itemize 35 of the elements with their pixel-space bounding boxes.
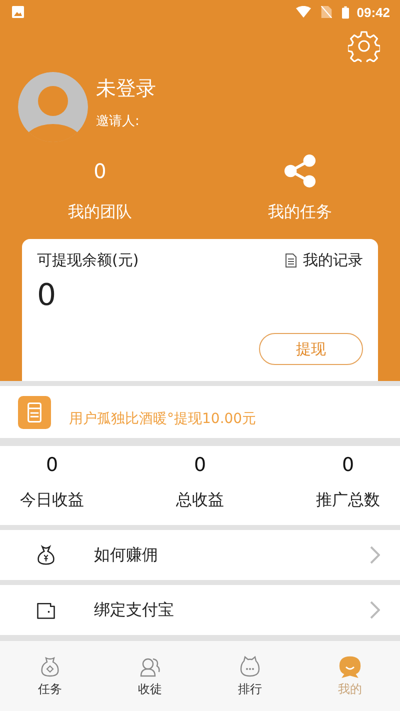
menu-label: 绑定支付宝 [94, 600, 175, 620]
inviter-label: 邀请人: [96, 112, 140, 130]
stat-value: 0 [194, 454, 206, 476]
notice-text: 用户孤独比酒暖°提现10.00元 [69, 410, 256, 428]
stat-value: 0 [46, 454, 58, 476]
tab[interactable]: 任务 [0, 641, 100, 711]
stat-value: 0 [342, 454, 354, 476]
team-count: 0 [94, 158, 106, 185]
menu-item[interactable]: 如何赚佣 [0, 530, 400, 580]
menu-label: 如何赚佣 [94, 544, 159, 566]
user-name: 未登录 [96, 74, 156, 102]
avatar[interactable] [18, 72, 88, 142]
money-bag-icon [35, 544, 57, 566]
stat-label: 今日收益 [20, 490, 84, 511]
settings-icon[interactable] [348, 30, 380, 62]
share-icon[interactable] [284, 154, 316, 188]
notepad-icon [18, 396, 51, 428]
battery-icon [342, 6, 349, 18]
stat-label: 推广总数 [316, 490, 380, 511]
document-icon [285, 253, 297, 268]
menu-item[interactable]: 绑定支付宝 [0, 585, 400, 635]
stat-label: 总收益 [176, 490, 224, 511]
status-time: 09:42 [356, 4, 390, 20]
face-icon [238, 654, 262, 678]
wifi-icon [296, 6, 311, 18]
no-sim-icon [318, 6, 334, 18]
tab[interactable]: 收徒 [100, 641, 200, 711]
image-icon [12, 6, 24, 18]
balance-title: 可提现余额(元) [37, 251, 139, 270]
chevron-right-icon [370, 601, 380, 619]
chevron-right-icon [370, 546, 380, 564]
records-link[interactable]: 我的记录 [303, 251, 363, 270]
tab[interactable]: 排行 [200, 641, 300, 711]
smiley-icon [338, 654, 362, 678]
balance-amount: 0 [37, 278, 56, 313]
